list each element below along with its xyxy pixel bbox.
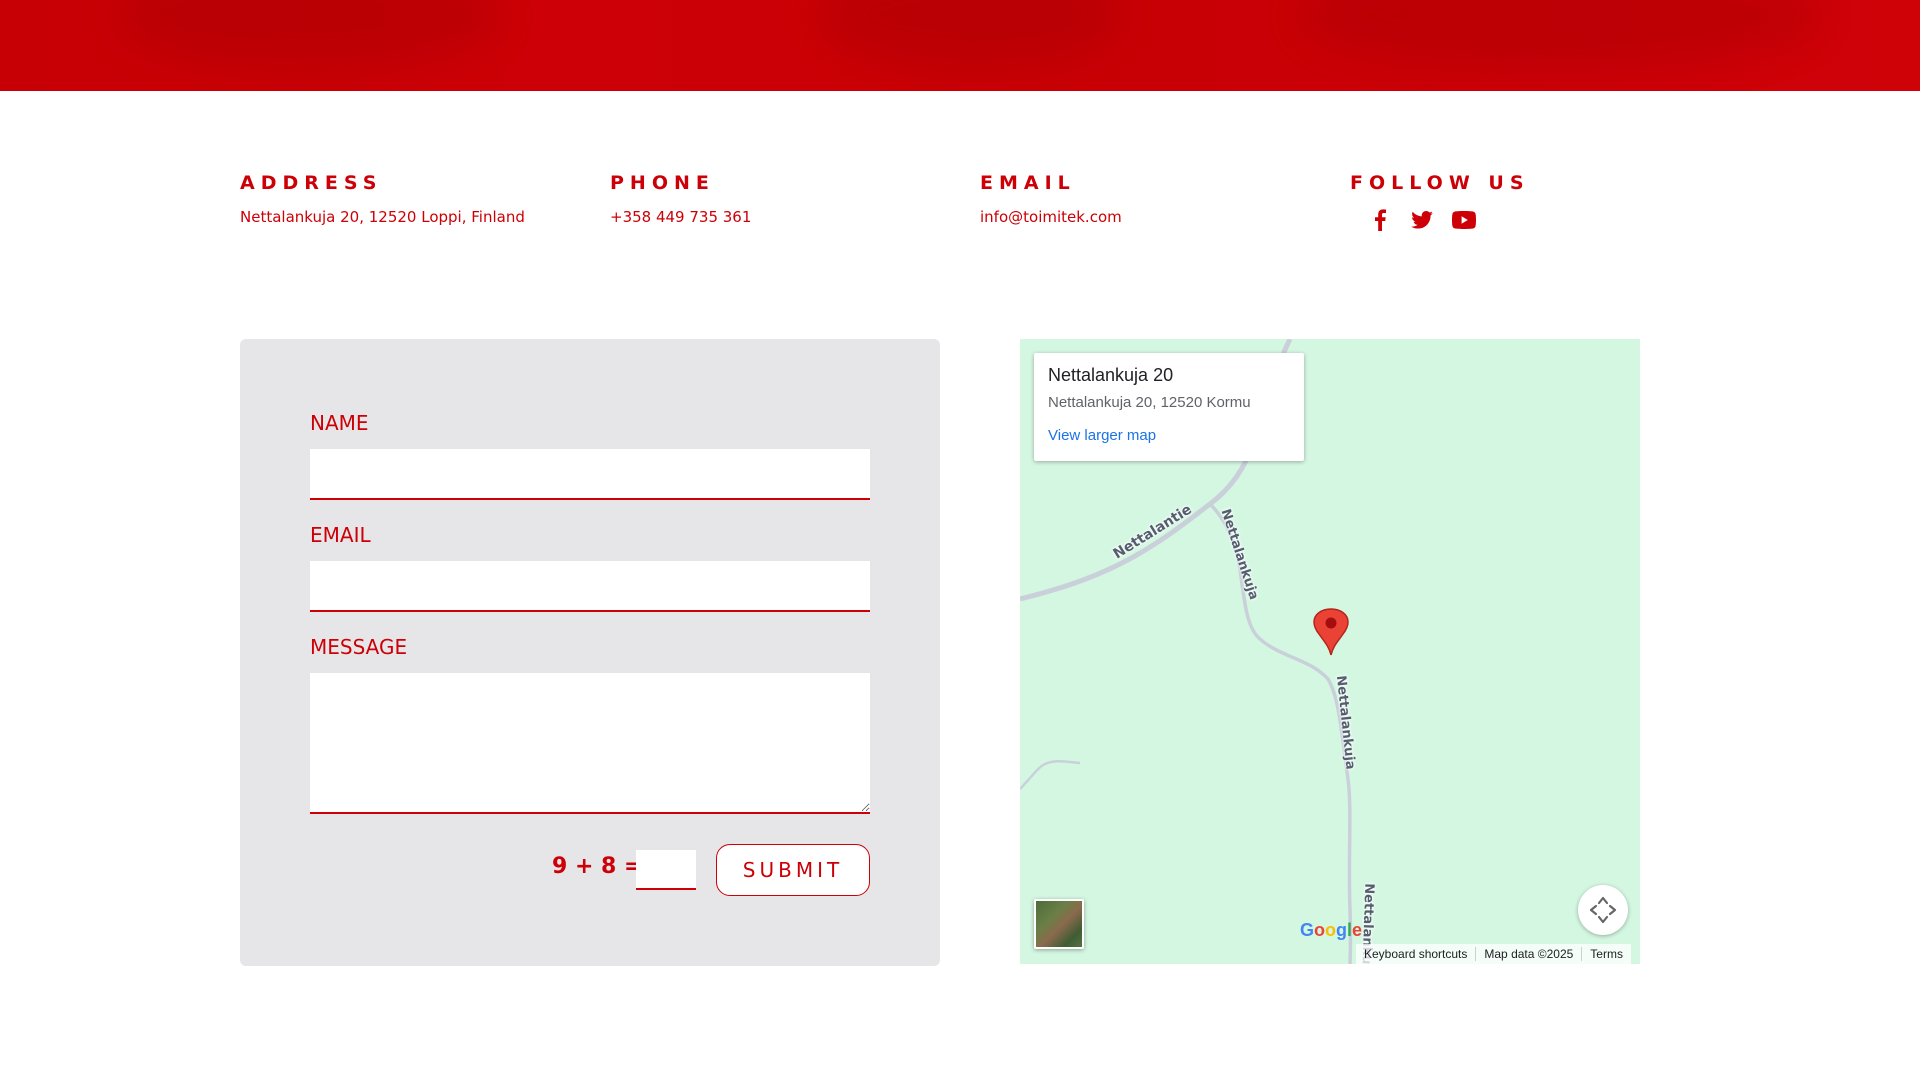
place-title: Nettalankuja 20 <box>1048 365 1174 385</box>
name-label: NAME <box>310 411 369 435</box>
email-input[interactable] <box>310 561 870 612</box>
address-heading: ADDRESS <box>240 172 383 194</box>
message-label: MESSAGE <box>310 635 408 659</box>
phone-link[interactable]: +358 449 735 361 <box>610 208 751 226</box>
terms-link[interactable]: Terms <box>1581 947 1631 961</box>
captcha-question: 9 + 8 = <box>552 854 643 879</box>
fullscreen-icon[interactable] <box>1578 885 1628 935</box>
satellite-layer-icon[interactable] <box>1034 899 1084 949</box>
map-attribution: Keyboard shortcuts Map data ©2025 Terms <box>1356 944 1631 964</box>
address-block: ADDRESS Nettalankuja 20, 12520 Loppi, Fi… <box>240 172 525 226</box>
facebook-icon[interactable] <box>1368 208 1392 232</box>
hero-banner <box>0 0 1920 91</box>
email-link[interactable]: info@toimitek.com <box>980 208 1122 226</box>
submit-button[interactable]: SUBMIT <box>716 844 870 896</box>
phone-block: PHONE +358 449 735 361 <box>610 172 751 226</box>
follow-block: FOLLOW US <box>1350 172 1530 232</box>
map-info-card: Nettalankuja 20 Nettalankuja 20, 12520 K… <box>1034 353 1304 461</box>
youtube-icon[interactable] <box>1452 208 1476 232</box>
google-logo: Google <box>1300 920 1363 940</box>
email-label: EMAIL <box>310 523 371 547</box>
follow-heading: FOLLOW US <box>1350 172 1530 194</box>
captcha-input[interactable] <box>636 850 696 890</box>
address-text: Nettalankuja 20, 12520 Loppi, Finland <box>240 208 525 226</box>
keyboard-shortcuts-link[interactable]: Keyboard shortcuts <box>1356 947 1475 961</box>
message-textarea[interactable] <box>310 673 870 814</box>
view-larger-map-link[interactable]: View larger map <box>1048 427 1290 444</box>
email-heading: EMAIL <box>980 172 1076 194</box>
name-input[interactable] <box>310 449 870 500</box>
place-address: Nettalankuja 20, 12520 Kormu <box>1048 394 1251 411</box>
twitter-icon[interactable] <box>1410 208 1434 232</box>
map-pin-icon[interactable] <box>1313 608 1349 660</box>
contact-form: NAME EMAIL MESSAGE 9 + 8 = SUBMIT <box>240 339 940 966</box>
social-links <box>1350 208 1530 232</box>
phone-heading: PHONE <box>610 172 715 194</box>
email-block: EMAIL info@toimitek.com <box>980 172 1122 226</box>
map-embed[interactable]: Nettalantie Nettalankuja Nettalankuja Ne… <box>1020 339 1640 964</box>
map-data-text: Map data ©2025 <box>1475 947 1581 961</box>
